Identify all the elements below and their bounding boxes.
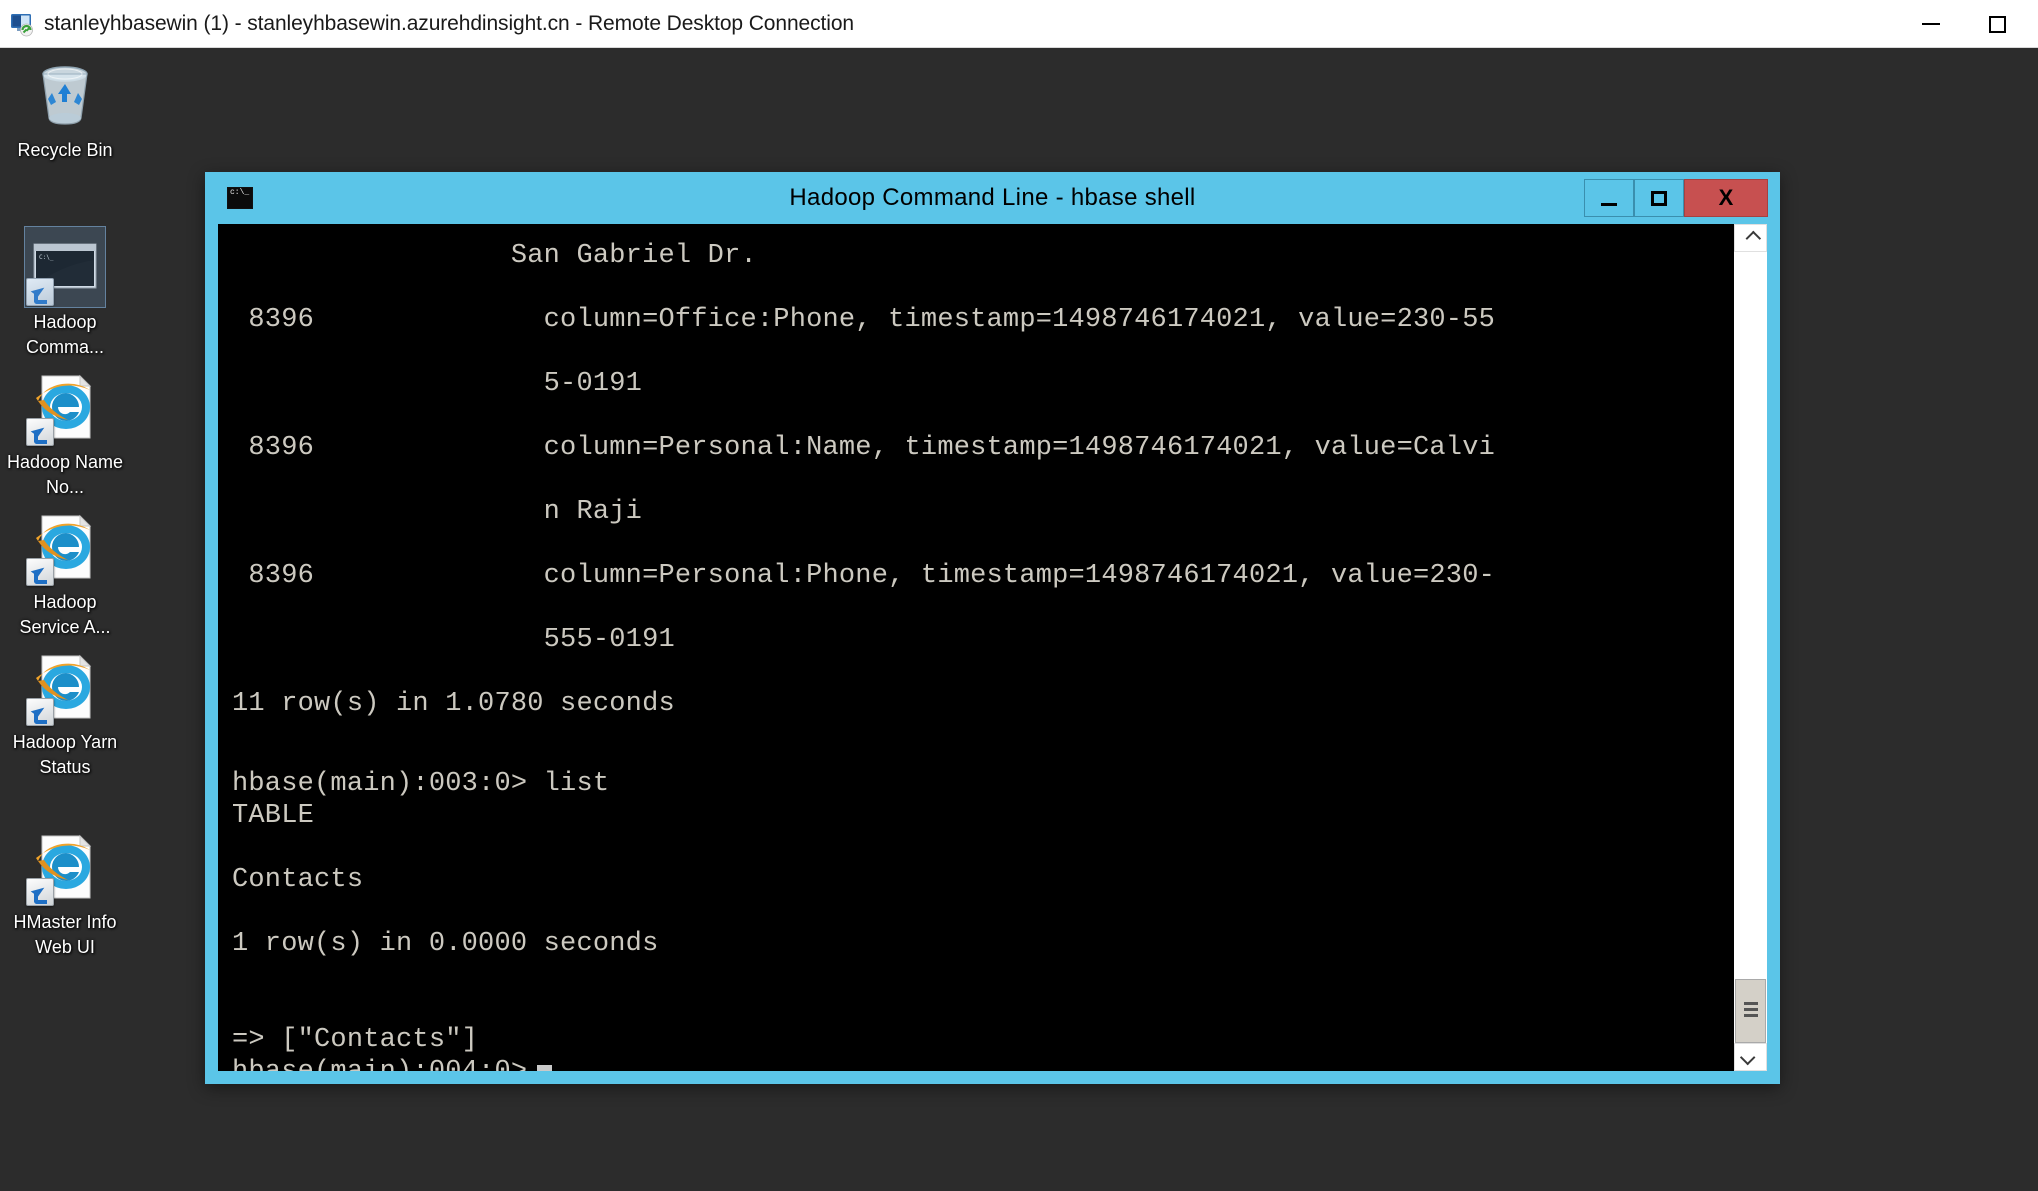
maximize-icon bbox=[1651, 190, 1667, 206]
hadoop-command-line-window[interactable]: Hadoop Command Line - hbase shell X bbox=[205, 172, 1780, 1084]
scrollbar-grip-icon bbox=[1743, 1002, 1758, 1020]
console-maximize-button[interactable] bbox=[1634, 179, 1684, 217]
console-line: 555-0191 bbox=[232, 625, 675, 655]
console-title-text: Hadoop Command Line - hbase shell bbox=[789, 184, 1196, 211]
desktop-icon-hadoop-yarn-status[interactable]: Hadoop Yarn Status bbox=[0, 650, 130, 780]
console-line: n Raji bbox=[232, 497, 643, 527]
scroll-up-button[interactable] bbox=[1734, 224, 1767, 252]
minimize-icon bbox=[1601, 202, 1617, 206]
scroll-down-button[interactable] bbox=[1734, 1043, 1767, 1071]
rdp-titlebar: stanleyhbasewin (1) - stanleyhbasewin.az… bbox=[0, 0, 2038, 48]
console-line: => ["Contacts"] bbox=[232, 1025, 479, 1055]
desktop-icon-hmaster-info-web-ui[interactable]: HMaster Info Web UI bbox=[0, 830, 130, 960]
maximize-icon bbox=[1988, 15, 2006, 33]
console-line: 8396 column=Office:Phone, timestamp=1498… bbox=[232, 305, 1496, 335]
close-icon: X bbox=[1718, 185, 1734, 210]
console-line: 1 row(s) in 0.0000 seconds bbox=[232, 929, 659, 959]
internet-explorer-icon bbox=[26, 830, 102, 906]
console-titlebar[interactable]: Hadoop Command Line - hbase shell X bbox=[205, 172, 1780, 224]
recycle-bin-icon bbox=[28, 58, 102, 132]
svg-text:C:\_: C:\_ bbox=[39, 254, 54, 261]
desktop-icon-label: Hadoop Comma... bbox=[25, 312, 104, 357]
console-cursor bbox=[537, 1065, 553, 1071]
desktop-icon-hadoop-command-line[interactable]: C:\_ Hadoop Comma... bbox=[0, 226, 130, 360]
shortcut-arrow-icon bbox=[26, 418, 54, 446]
console-window-icon: C:\_ bbox=[24, 226, 106, 308]
console-line: San Gabriel Dr. bbox=[232, 241, 757, 271]
internet-explorer-icon bbox=[26, 370, 102, 446]
desktop-icon-recycle-bin[interactable]: Recycle Bin bbox=[0, 58, 130, 163]
shortcut-arrow-icon bbox=[26, 878, 54, 906]
internet-explorer-icon bbox=[26, 650, 102, 726]
console-line: 11 row(s) in 1.0780 seconds bbox=[232, 689, 675, 719]
minimize-icon bbox=[1922, 23, 1940, 25]
shortcut-arrow-icon bbox=[26, 558, 54, 586]
console-prompt: hbase(main):004:0> bbox=[232, 1057, 527, 1071]
shortcut-arrow-icon bbox=[26, 278, 54, 306]
rdp-minimize-button[interactable] bbox=[1900, 0, 1962, 48]
console-line: 5-0191 bbox=[232, 369, 643, 399]
desktop-icon-label: HMaster Info Web UI bbox=[13, 912, 117, 957]
console-command-line: hbase(main):003:0> list bbox=[232, 769, 610, 799]
internet-explorer-icon bbox=[26, 510, 102, 586]
desktop-surface[interactable]: Recycle Bin C:\_ Hadoop Comma... Hadoop … bbox=[0, 48, 2038, 1191]
console-close-button[interactable]: X bbox=[1684, 179, 1768, 217]
console-window-icon[interactable] bbox=[227, 187, 253, 209]
console-window-controls: X bbox=[1584, 179, 1768, 217]
chevron-down-icon bbox=[1739, 1049, 1756, 1065]
desktop-icon-label: Recycle Bin bbox=[17, 140, 113, 160]
console-line: TABLE bbox=[232, 801, 315, 831]
console-scrollbar[interactable] bbox=[1733, 224, 1767, 1071]
desktop-icon-hadoop-service-availability[interactable]: Hadoop Service A... bbox=[0, 510, 130, 640]
desktop-icon-label: Hadoop Name No... bbox=[6, 452, 124, 497]
console-minimize-button[interactable] bbox=[1584, 179, 1634, 217]
scrollbar-thumb[interactable] bbox=[1735, 979, 1766, 1043]
desktop-icon-hadoop-name-node[interactable]: Hadoop Name No... bbox=[0, 370, 130, 500]
console-line: Contacts bbox=[232, 865, 364, 895]
console-body: San Gabriel Dr. 8396 column=Office:Phone… bbox=[218, 224, 1767, 1071]
scrollbar-track[interactable] bbox=[1734, 252, 1767, 1043]
remote-desktop-icon bbox=[9, 11, 35, 37]
rdp-title-text: stanleyhbasewin (1) - stanleyhbasewin.az… bbox=[44, 11, 854, 35]
remote-desktop-window: stanleyhbasewin (1) - stanleyhbasewin.az… bbox=[0, 0, 2038, 1191]
console-line: 8396 column=Personal:Phone, timestamp=14… bbox=[232, 561, 1496, 591]
desktop-icon-label: Hadoop Service A... bbox=[19, 592, 111, 637]
console-prompt-line: hbase(main):004:0> bbox=[218, 1056, 1733, 1071]
shortcut-arrow-icon bbox=[26, 698, 54, 726]
chevron-up-icon bbox=[1745, 230, 1762, 246]
console-output-area[interactable]: San Gabriel Dr. 8396 column=Office:Phone… bbox=[218, 224, 1733, 1071]
rdp-maximize-button[interactable] bbox=[1966, 0, 2028, 48]
console-line: 8396 column=Personal:Name, timestamp=149… bbox=[232, 433, 1496, 463]
desktop-icon-label: Hadoop Yarn Status bbox=[12, 732, 118, 777]
